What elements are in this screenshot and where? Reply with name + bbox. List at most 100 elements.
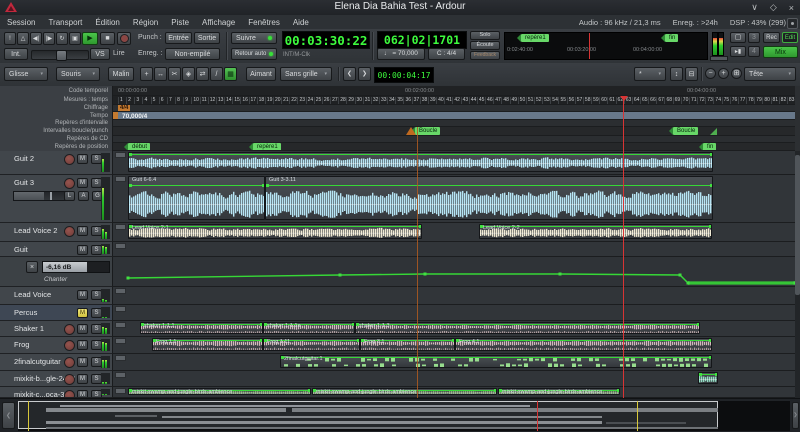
track-header-2[interactable]: Lead Voice 2MS [0,223,113,242]
grid-edit-tool-icon[interactable]: ▦ [224,67,237,81]
record-enable-button[interactable] [64,390,75,398]
lag-button-l[interactable]: L [64,191,75,201]
meter-button[interactable]: C : 4/4 [428,48,465,60]
ruler-label-1[interactable]: Mesures : temps [64,97,108,103]
ruler-label-2[interactable]: Chiffrage [84,105,108,111]
ruler-row-6[interactable] [113,136,795,143]
track-header-10[interactable]: mixkit-b...gle-2433MS [0,371,113,387]
mute-button[interactable]: M [77,374,88,384]
bbt-clock[interactable]: 062|02|1701 [377,31,467,49]
nudge-back-button[interactable]: ❮ [343,67,356,81]
lag-button-a[interactable]: A [78,191,89,201]
nudge-forward-button[interactable]: ❯ [358,67,371,81]
ruler-label-7[interactable]: Repères de position [55,144,108,150]
mixer-page-button[interactable]: Mix [763,46,798,58]
record-enable-button[interactable] [64,324,75,335]
region[interactable] [698,372,718,384]
track-lane-7[interactable]: shaker 1-1.1shaker 1-1.1ashaker 1-1.3 [113,321,795,337]
ruler-row-4[interactable] [113,120,795,127]
menu-transport[interactable]: Transport [48,18,82,27]
region[interactable]: mixkit-swamp-and-jungle-birds-ambience [128,388,311,395]
track-lane-1[interactable]: Guit 6-6.4Guit 3-3.11 [113,175,795,223]
track-header-6[interactable]: PercusMS [0,305,113,321]
punch-out-button[interactable]: Sortie [194,32,220,44]
play-button[interactable]: ▶ [82,32,98,45]
region[interactable]: Frog 3.1 [360,338,455,351]
track-lane-11[interactable]: mixkit-swamp-and-jungle-birds-ambiencemi… [113,387,795,398]
menu-fenêtres[interactable]: Fenêtres [248,18,280,27]
track-header-3[interactable]: GuitMS [0,242,113,257]
crop-view-button[interactable]: ▢ [730,32,746,43]
mute-button[interactable]: M [77,324,88,334]
mute-button[interactable]: M [77,340,88,350]
shuttle-slider[interactable] [31,50,89,60]
track-header-1[interactable]: Guit 3MSLAG [0,175,113,223]
track-lane-9[interactable]: 2finalcutguitar.1 [113,354,795,371]
region[interactable]: Lead Voice 2-2 [479,224,712,239]
go-start-icon[interactable]: ◀| [30,32,42,45]
track-header-8[interactable]: FrogMS [0,337,113,354]
region[interactable]: Guit 3-3.11 [265,176,713,220]
solo-button[interactable]: Solo [470,31,500,40]
record-button[interactable] [117,32,131,45]
tempo-marker[interactable]: 70,000/4 [122,113,147,120]
summary-scroll-right-button[interactable]: ❯ [792,402,799,429]
ruler-row-1[interactable]: 1234567891011121314151617181920212223242… [113,96,795,105]
track-lane-3[interactable] [113,242,795,257]
loop-marker[interactable]: Boucle [415,127,440,135]
menu-aide[interactable]: Aide [293,18,309,27]
shuttle-vs-button[interactable]: VS [90,48,110,60]
ruler-row-7[interactable]: débutrepère1fin [113,143,795,151]
grid-dropdown[interactable]: Sans grille▾ [280,67,332,81]
region[interactable]: 2finalcutguitar.1 [280,355,712,368]
video-button[interactable]: ▸▮ [730,46,746,57]
window-3-button[interactable]: 3 [748,32,760,43]
track-gain-thumb[interactable] [50,192,52,200]
snap-magnet-button[interactable]: Aimant [246,67,276,81]
record-mode-button[interactable]: Non-empilé [165,48,220,60]
mute-button[interactable]: M [77,245,88,255]
draw-tool-icon[interactable]: / [210,67,223,81]
region[interactable]: Guit 6-6.4 [128,176,265,220]
maximize-icon[interactable]: ◇ [770,2,777,13]
ruler-row-0[interactable]: 00:00:00:0000:02:00:0000:04:00:00 [113,86,795,96]
monitor-fader[interactable] [710,56,728,61]
ruler-row-2[interactable]: 4/4 [113,105,795,112]
record-enable-button[interactable] [64,154,75,165]
tempo-button[interactable]: ♩ = 70,000 [377,48,425,60]
mute-button[interactable]: M [77,226,88,236]
automation-fader[interactable]: -6,16 dB [42,261,110,273]
vertical-scrollbar-thumb[interactable] [795,155,800,295]
follow-playhead-button[interactable]: Suivre [231,32,277,44]
summary-area[interactable] [18,401,790,431]
stretch-tool-icon[interactable]: ⇄ [196,67,209,81]
track-header-7[interactable]: Shaker 1MS [0,321,113,337]
track-lane-0[interactable] [113,151,795,175]
track-lane-10[interactable] [113,371,795,387]
cut-tool-icon[interactable]: ✂ [168,67,181,81]
menu-région[interactable]: Région [133,18,158,27]
range-tool-icon[interactable]: ↔ [154,67,167,81]
fit-vertical-button[interactable]: ↕ [670,67,683,81]
summary-scroll-left-button[interactable]: ❮ [2,402,15,429]
meter-marker[interactable]: 4/4 [118,105,130,111]
region[interactable]: Lead Voice 2-1 [128,224,422,239]
region[interactable]: mixkit-swamp-and-jungle-birds-ambience [312,388,497,395]
main-clock[interactable]: 00:03:30:22 [282,31,370,49]
mini-timeline[interactable]: repère1fin0:02:40:0000:03:20:0000:04:00:… [504,32,708,60]
ruler-label-0[interactable]: Code temporel [69,88,108,94]
editor-page-button[interactable]: Edit [782,32,798,43]
error-log-button[interactable] [787,18,798,29]
ruler-row-3[interactable]: 70,000/4 [113,112,795,120]
smart-mode-button[interactable]: Malin [108,67,134,81]
region[interactable]: Frog 4.1 [455,338,712,351]
region[interactable] [128,152,713,172]
loop-marker[interactable]: Boucle [673,127,698,135]
recorder-page-button[interactable]: Rec [763,32,780,43]
mute-button[interactable]: M [77,390,88,398]
mute-button[interactable]: M [77,154,88,164]
ruler-label-4[interactable]: Repères d'intervalle [55,120,108,126]
edit-point-dropdown[interactable]: Tête▾ [744,67,796,81]
automation-close-button[interactable]: × [26,261,38,273]
menu-session[interactable]: Session [7,18,35,27]
